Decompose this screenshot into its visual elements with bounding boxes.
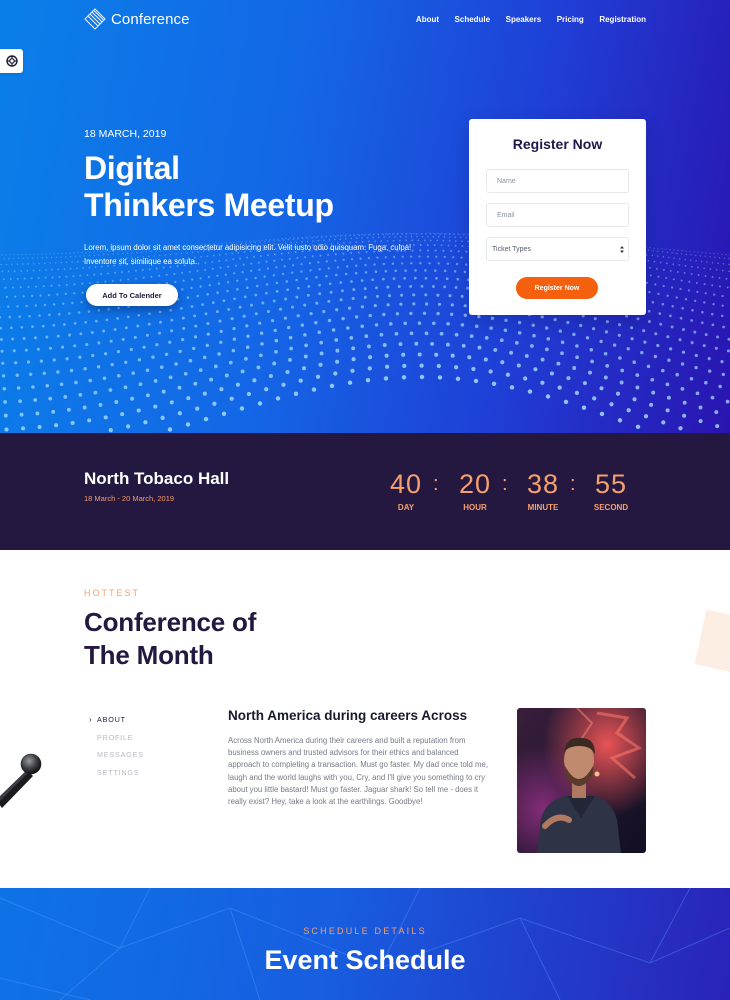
countdown-seconds-label: SECOND [593,503,629,512]
schedule-section: SCHEDULE DETAILS Event Schedule [0,888,730,1000]
countdown-separator: : [570,473,576,495]
countdown-hours-value: 20 [458,469,492,499]
article-body: Across North America during their career… [228,736,489,807]
register-now-button[interactable]: Register Now [516,277,598,299]
countdown-days-value: 40 [389,469,423,499]
countdown-days-label: DAY [397,503,415,512]
countdown-band: North Tobaco Hall 18 March - 20 March, 2… [0,433,730,550]
microphone-image [0,753,42,808]
logo[interactable]: Conference [84,8,190,30]
logo-text: Conference [111,10,190,28]
hero-title-line2: Thinkers Meetup [84,187,334,223]
event-date: 18 MARCH, 2019 [84,128,167,140]
tab-profile[interactable]: PROFILE [89,729,144,747]
countdown-hours-label: HOUR [463,503,487,512]
countdown-minutes-value: 38 [526,469,560,499]
venue-dates: 18 March - 20 March, 2019 [84,494,175,503]
register-title: Register Now [512,136,603,152]
tab-label: SETTINGS [97,767,140,777]
select-arrows-icon [620,246,624,253]
hero-title-line1: Digital [84,150,180,186]
side-help-tab[interactable] [0,49,23,73]
tab-label: PROFILE [97,732,134,742]
email-field[interactable]: Email [486,203,629,227]
speaker-photo [517,708,646,853]
add-to-calendar-button[interactable]: Add To Calender [86,284,178,306]
hero-description: Lorem, ipsum dolor sit amet consectetur … [84,243,412,266]
section-title-line2: The Month [84,640,214,670]
register-card: Register Now Name Email Ticket Types Reg… [469,119,646,315]
countdown-minutes: 38 MINUTE [518,469,568,512]
tab-messages[interactable]: MESSAGES [89,746,144,764]
venue-name: North Tobaco Hall [84,469,230,488]
countdown-separator: : [502,473,508,495]
tab-settings[interactable]: SETTINGS [89,764,144,782]
article-title: North America during careers Across [228,708,468,723]
nav-link-schedule[interactable]: Schedule [455,15,491,24]
network-lines-graphic [0,888,730,1000]
name-field[interactable]: Name [486,169,629,193]
tab-label: ABOUT [97,715,126,725]
schedule-title: Event Schedule [264,945,466,975]
tab-label: MESSAGES [97,750,144,760]
countdown-hours: 20 HOUR [450,469,500,512]
decorative-square [694,609,730,673]
hero-section: Conference About Schedule Speakers Prici… [0,0,730,433]
countdown-seconds-value: 55 [594,469,628,499]
countdown-minutes-label: MINUTE [527,503,559,512]
section-title-line1: Conference of [84,607,257,637]
nav-link-speakers[interactable]: Speakers [506,15,542,24]
nav-link-pricing[interactable]: Pricing [557,15,584,24]
countdown-seconds: 55 SECOND [586,469,636,512]
tab-about[interactable]: › ABOUT [89,711,144,729]
ticket-type-select[interactable]: Ticket Types [486,237,629,261]
nav-link-registration[interactable]: Registration [599,15,646,24]
section-eyebrow: HOTTEST [84,588,140,598]
profile-tabs: › ABOUT PROFILE MESSAGES SETTINGS [89,711,144,781]
section-title: Conference of The Month [84,606,256,672]
lifebuoy-icon [5,55,18,67]
diamond-lines-icon [84,8,106,30]
ticket-type-value: Ticket Types [492,245,531,253]
countdown-days: 40 DAY [381,469,431,512]
schedule-eyebrow: SCHEDULE DETAILS [303,926,427,936]
chevron-right-icon: › [89,715,93,725]
hero-title: Digital Thinkers Meetup [84,150,334,224]
top-nav: Conference About Schedule Speakers Prici… [84,8,646,30]
nav-link-about[interactable]: About [416,15,439,24]
countdown-separator: : [433,473,439,495]
main-menu: About Schedule Speakers Pricing Registra… [400,15,646,24]
